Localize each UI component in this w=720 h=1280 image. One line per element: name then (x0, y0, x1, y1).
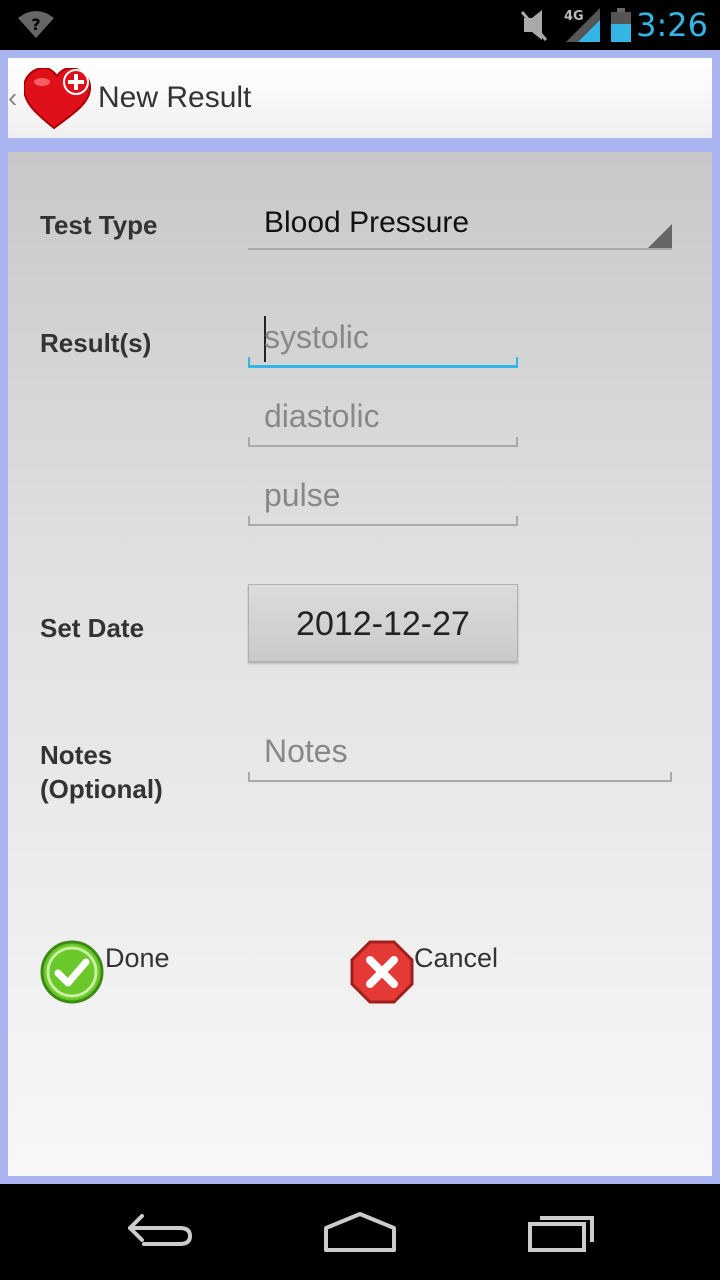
pulse-placeholder: pulse (264, 477, 341, 513)
form-panel: Test Type Blood Pressure Result(s) systo… (8, 152, 712, 1176)
cancel-label: Cancel (414, 943, 499, 973)
signal-icon: 4G (564, 8, 600, 42)
navigation-bar (0, 1184, 720, 1280)
done-button[interactable]: Done (40, 940, 190, 1004)
notes-input[interactable]: Notes (248, 724, 672, 782)
action-bar[interactable]: ‹ New Result (8, 58, 712, 138)
back-icon[interactable] (124, 1210, 196, 1254)
home-icon[interactable] (322, 1210, 398, 1254)
done-label: Done (105, 943, 170, 973)
status-time: 3:26 (636, 6, 708, 44)
notes-label: Notes (Optional) (40, 738, 163, 806)
status-bar: ? 4G 3:26 (0, 0, 720, 50)
heart-plus-icon[interactable] (24, 68, 94, 130)
date-value: 2012-12-27 (296, 605, 470, 643)
notes-label-line1: Notes (40, 740, 113, 770)
diastolic-input[interactable]: diastolic (248, 389, 518, 447)
page-title: New Result (98, 81, 252, 114)
notes-placeholder: Notes (264, 733, 348, 769)
results-label: Result(s) (40, 328, 152, 358)
notes-label-line2: (Optional) (40, 774, 163, 804)
up-caret-icon[interactable]: ‹ (8, 82, 17, 114)
wifi-unknown-icon: ? (18, 11, 54, 38)
test-type-label: Test Type (40, 210, 158, 240)
svg-text:?: ? (31, 15, 40, 34)
check-circle-icon (40, 940, 104, 1004)
test-type-spinner[interactable]: Blood Pressure (248, 202, 672, 250)
pulse-input[interactable]: pulse (248, 468, 518, 526)
systolic-placeholder: systolic (264, 319, 369, 355)
set-date-button[interactable]: 2012-12-27 (248, 584, 518, 662)
recents-icon[interactable] (526, 1210, 598, 1254)
test-type-value: Blood Pressure (264, 206, 470, 239)
mute-icon (520, 10, 548, 41)
set-date-label: Set Date (40, 613, 145, 643)
cancel-octagon-icon (350, 940, 414, 1004)
dropdown-arrow-icon (648, 224, 672, 248)
battery-icon (611, 8, 631, 42)
cancel-button[interactable]: Cancel (350, 940, 520, 1004)
network-type-label: 4G (564, 9, 584, 24)
diastolic-placeholder: diastolic (264, 398, 380, 434)
systolic-input[interactable]: systolic (248, 310, 518, 368)
